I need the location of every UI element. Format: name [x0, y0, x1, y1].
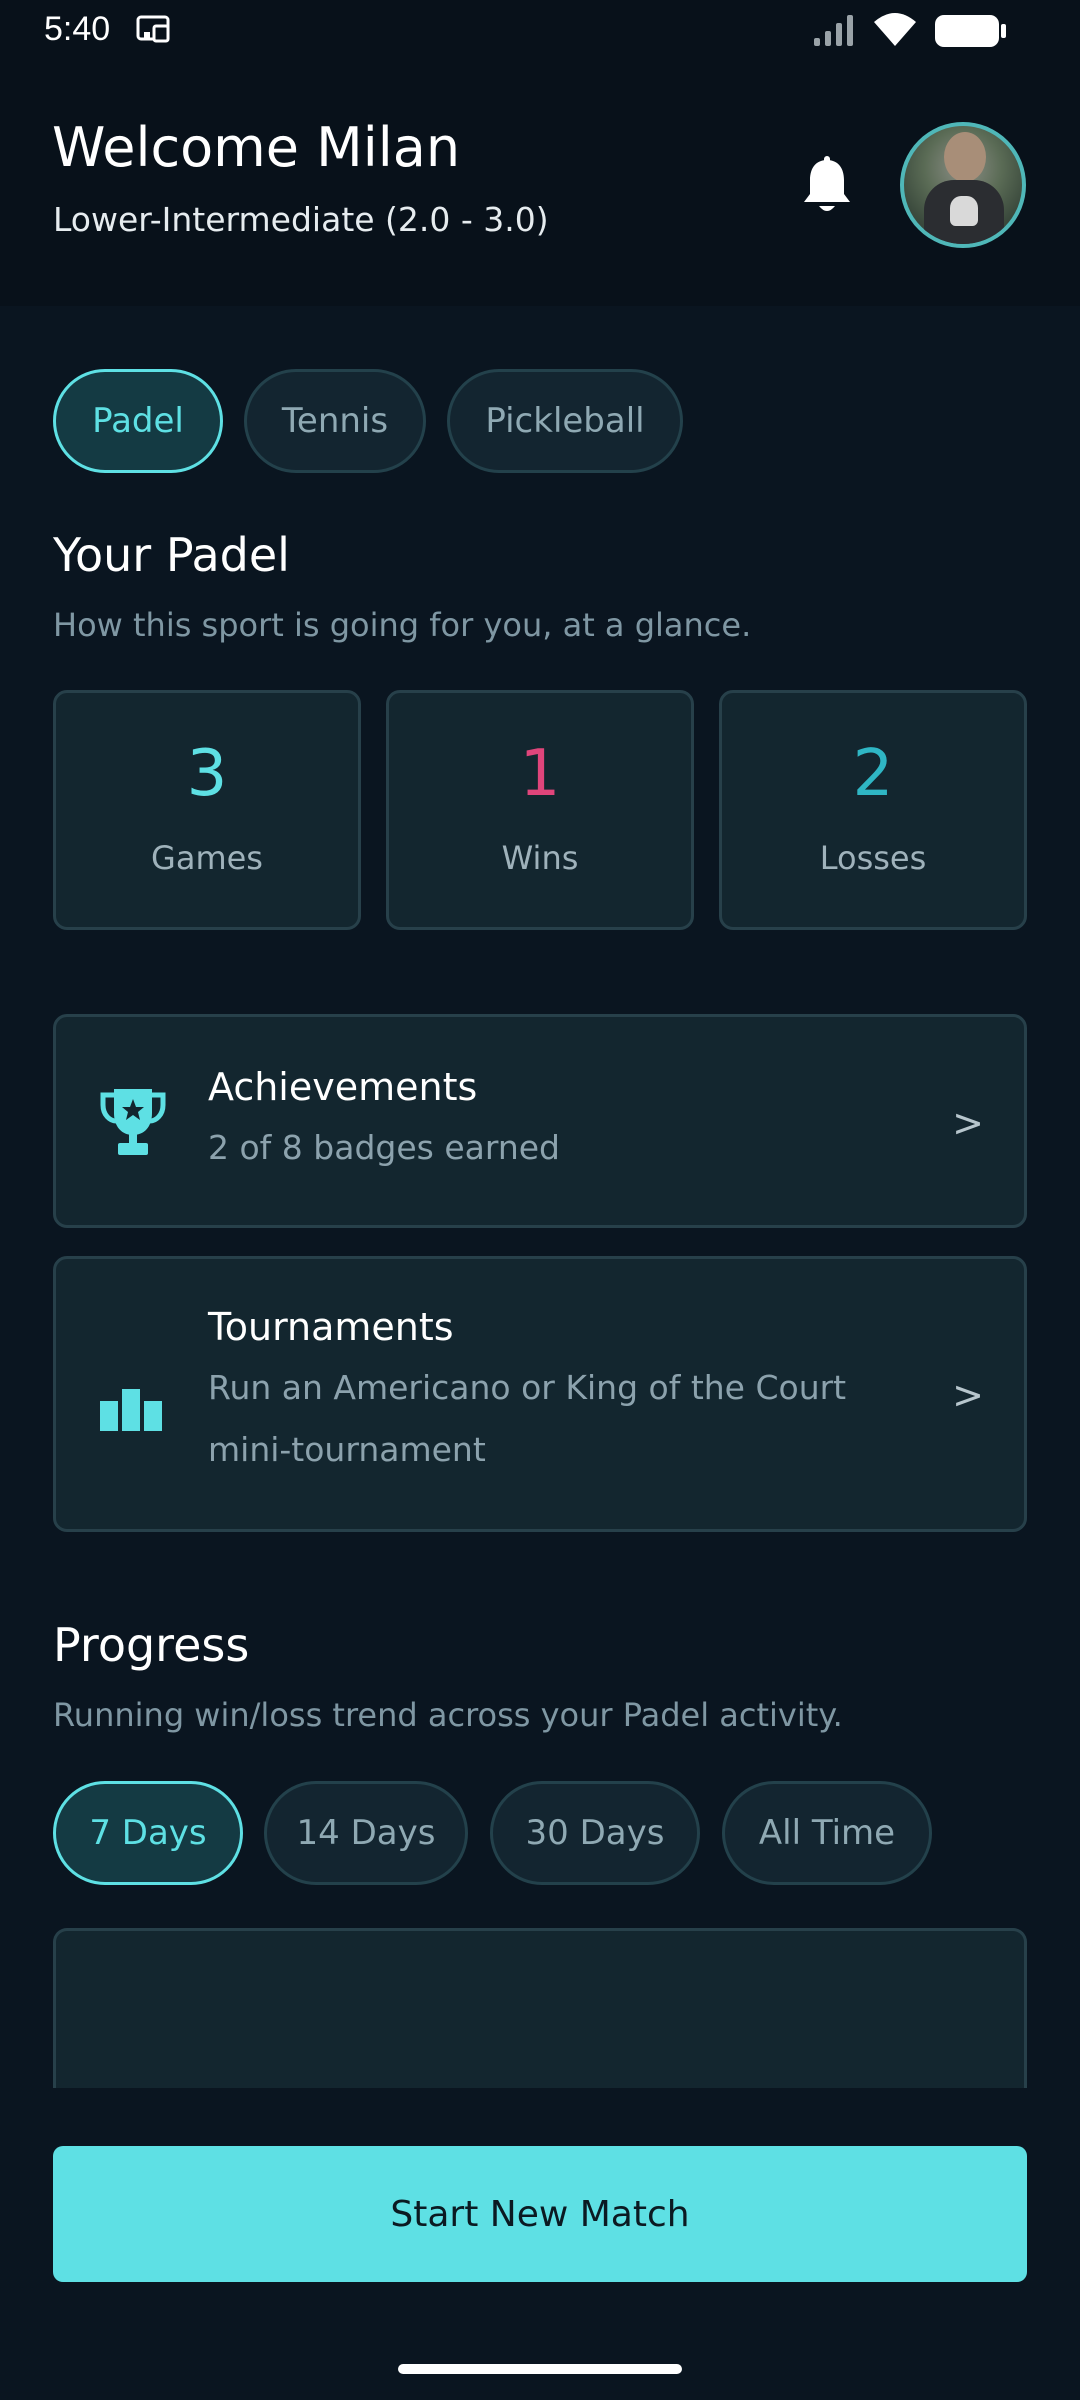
status-time: 5:40 [44, 10, 111, 48]
battery-icon [934, 14, 1008, 52]
range-30-days[interactable]: 30 Days [490, 1781, 700, 1885]
tournaments-title: Tournaments [208, 1305, 454, 1349]
trophy-icon [100, 1087, 166, 1161]
tournaments-card[interactable]: Tournaments Run an Americano or King of … [53, 1256, 1027, 1532]
status-bar: 5:40 [0, 0, 1080, 62]
progress-chart-card [53, 1928, 1027, 2088]
stat-card-wins: 1 Wins [386, 690, 694, 930]
overview-subtitle: How this sport is going for you, at a gl… [53, 606, 752, 644]
range-all-time[interactable]: All Time [722, 1781, 932, 1885]
home-indicator[interactable] [398, 2364, 682, 2374]
stat-label-wins: Wins [501, 839, 579, 877]
welcome-title: Welcome Milan [52, 116, 461, 179]
stat-value-games: 3 [186, 737, 228, 811]
stat-label-games: Games [151, 839, 263, 877]
bottom-action-bar: Start New Match [0, 2092, 1080, 2400]
tab-padel[interactable]: Padel [53, 369, 223, 473]
avatar-head [944, 132, 986, 182]
range-7-days[interactable]: 7 Days [53, 1781, 243, 1885]
chevron-right-icon: > [952, 1101, 984, 1145]
stat-card-losses: 2 Losses [719, 690, 1027, 930]
start-new-match-button[interactable]: Start New Match [53, 2146, 1027, 2282]
avatar[interactable] [900, 122, 1026, 248]
avatar-shirt-print [950, 196, 978, 226]
signal-icon [812, 12, 858, 52]
progress-subtitle: Running win/loss trend across your Padel… [53, 1696, 843, 1734]
bar-chart-icon [100, 1387, 164, 1435]
skill-level: Lower-Intermediate (2.0 - 3.0) [53, 200, 549, 239]
achievements-title: Achievements [208, 1065, 478, 1109]
achievements-subtitle: 2 of 8 badges earned [208, 1128, 560, 1167]
bell-icon[interactable] [800, 156, 854, 216]
header: Welcome Milan Lower-Intermediate (2.0 - … [0, 62, 1080, 306]
stat-value-losses: 2 [852, 737, 894, 811]
range-14-days[interactable]: 14 Days [264, 1781, 468, 1885]
stat-card-games: 3 Games [53, 690, 361, 930]
progress-title: Progress [53, 1618, 250, 1672]
tab-tennis[interactable]: Tennis [244, 369, 426, 473]
overview-title: Your Padel [53, 528, 290, 582]
chevron-right-icon: > [952, 1373, 984, 1417]
tab-pickleball[interactable]: Pickleball [447, 369, 683, 473]
stat-label-losses: Losses [819, 839, 927, 877]
cast-icon [136, 14, 176, 48]
wifi-icon [872, 10, 918, 52]
tournaments-subtitle: Run an Americano or King of the Court mi… [208, 1368, 847, 1469]
stat-value-wins: 1 [519, 737, 561, 811]
achievements-card[interactable]: Achievements 2 of 8 badges earned > [53, 1014, 1027, 1228]
